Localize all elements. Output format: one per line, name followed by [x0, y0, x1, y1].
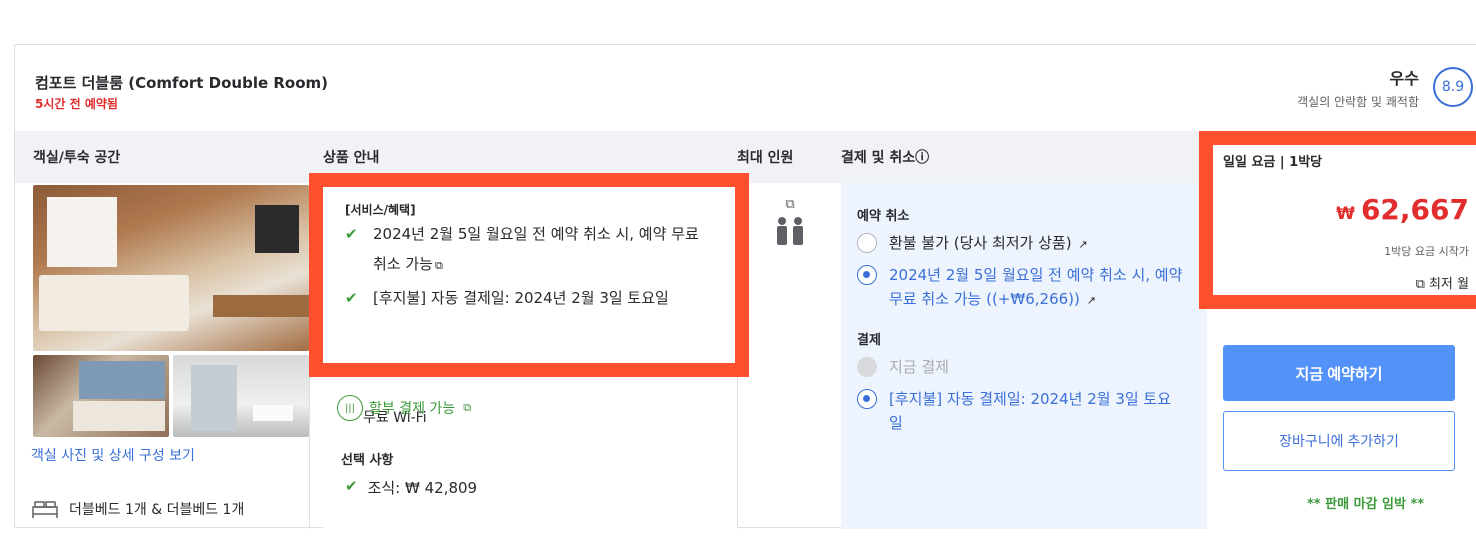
external-link-icon[interactable]: ⧉ [463, 401, 471, 415]
book-now-button[interactable]: 지금 예약하기 [1223, 345, 1455, 401]
benefits-title: [서비스/혜택] [345, 203, 416, 217]
lowest-price-link[interactable]: ⧉ 최저 월 [1416, 273, 1469, 292]
option-breakfast: ✔ 조식: ₩ 42,809 [345, 477, 477, 498]
rating-subtitle: 객실의 안락함 및 쾌적함 [1297, 95, 1419, 109]
radio-pay-now: 지금 결제 [857, 355, 949, 379]
radio-button-selected[interactable] [857, 265, 877, 285]
radio-pay-later[interactable]: [후지불] 자동 결제일: 2024년 2월 3일 토요일 [857, 387, 1177, 435]
review-score-badge[interactable]: 8.9 [1433, 67, 1473, 107]
column-header-benefits: 상품 안내 [323, 150, 380, 166]
benefit-text: [후지불] 자동 결제일: 2024년 2월 3일 토요일 [373, 289, 669, 307]
room-column: 객실 사진 및 상세 구성 보기 더블베드 1개 & 더블베드 1개 [31, 183, 309, 529]
radio-label: 환불 불가 (당사 최저가 상품) [889, 234, 1072, 252]
check-icon: ✔ [345, 477, 358, 495]
room-photos-link[interactable]: 객실 사진 및 상세 구성 보기 [31, 445, 195, 465]
room-thumbnail-bathroom[interactable] [173, 355, 309, 437]
check-icon: ✔ [345, 289, 358, 307]
payment-column: 예약 취소 환불 불가 (당사 최저가 상품) ↗ 2024년 2월 5일 월요… [841, 183, 1207, 529]
external-link-icon[interactable]: ⧉ [773, 197, 807, 212]
option-label: 조식: [367, 479, 406, 497]
installment-icon: ||| [337, 395, 363, 421]
bed-icon [32, 501, 58, 518]
benefits-highlight-box: [서비스/혜택] ✔ 2024년 2월 5일 월요일 전 예약 취소 시, 예약… [309, 173, 749, 377]
room-card: 컴포트 더블룸 (Comfort Double Room) 5시간 전 예약됨 … [14, 44, 1476, 529]
radio-label: 2024년 2월 5일 월요일 전 예약 취소 시, 예약 무료 취소 가능 (… [889, 266, 1183, 308]
radio-label: 지금 결제 [889, 358, 949, 376]
benefit-item-free-cancel: ✔ 2024년 2월 5일 월요일 전 예약 취소 시, 예약 무료 취소 가능… [345, 219, 703, 281]
installment-label: 할부 결제 가능 [369, 401, 456, 417]
check-icon: ✔ [345, 225, 358, 243]
radio-button[interactable] [857, 233, 877, 253]
bed-label: 더블베드 1개 & 더블베드 1개 [69, 502, 245, 518]
radio-button-disabled [857, 357, 877, 377]
booked-recently-badge: 5시간 전 예약됨 [35, 97, 118, 111]
installment-option[interactable]: ||| 할부 결제 가능 ⧉ [337, 395, 471, 421]
benefit-text: 2024년 2월 5일 월요일 전 예약 취소 시, 예약 무료 취소 가능 [373, 225, 699, 273]
price-highlight-box: 일일 요금 | 1박당 ₩62,667 1박당 요금 시작가 ⧉ 최저 월 [1199, 131, 1476, 309]
column-header-room: 객실/투숙 공간 [33, 150, 121, 166]
external-link-icon[interactable]: ↗ [1087, 294, 1096, 307]
column-header-payment[interactable]: 결제 및 취소ⓘ [841, 147, 929, 167]
room-title: 컴포트 더블룸 (Comfort Double Room) [35, 74, 329, 92]
column-header-occupancy: 최대 인원 [737, 150, 794, 166]
radio-button-selected[interactable] [857, 389, 877, 409]
external-link-icon[interactable]: ⧉ [435, 259, 443, 272]
rating-word: 우수 [1389, 69, 1419, 88]
price-header: 일일 요금 | 1박당 [1223, 155, 1323, 170]
radio-label: [후지불] 자동 결제일: 2024년 2월 3일 토요일 [889, 390, 1172, 432]
radio-free-cancel[interactable]: 2024년 2월 5일 월요일 전 예약 취소 시, 예약 무료 취소 가능 (… [857, 263, 1197, 313]
price-currency: ₩ [1336, 204, 1355, 224]
payment-section-title: 결제 [857, 333, 881, 348]
options-title: 선택 사항 [341, 453, 394, 468]
add-to-cart-button[interactable]: 장바구니에 추가하기 [1223, 411, 1455, 471]
radio-nonrefundable[interactable]: 환불 불가 (당사 최저가 상품) ↗ [857, 231, 1088, 257]
option-price: ₩ 42,809 [405, 479, 478, 497]
occupancy-column: ⧉ [737, 183, 841, 529]
two-people-icon [773, 217, 807, 253]
selling-out-notice: ** 판매 마감 임박 ** [1307, 497, 1425, 512]
external-link-icon[interactable]: ↗ [1078, 238, 1087, 251]
cancel-section-title: 예약 취소 [857, 209, 910, 224]
bed-info: 더블베드 1개 & 더블베드 1개 [31, 499, 244, 519]
price-subtitle: 1박당 요금 시작가 [1384, 245, 1469, 258]
room-header: 컴포트 더블룸 (Comfort Double Room) 5시간 전 예약됨 … [15, 45, 1476, 131]
room-main-photo[interactable] [33, 185, 309, 351]
room-thumbnail-bedroom[interactable] [33, 355, 169, 437]
price-amount: 62,667 [1360, 193, 1469, 226]
benefit-item-pay-later: ✔ [후지불] 자동 결제일: 2024년 2월 3일 토요일 [345, 283, 703, 313]
price-value: ₩62,667 [1336, 193, 1469, 226]
